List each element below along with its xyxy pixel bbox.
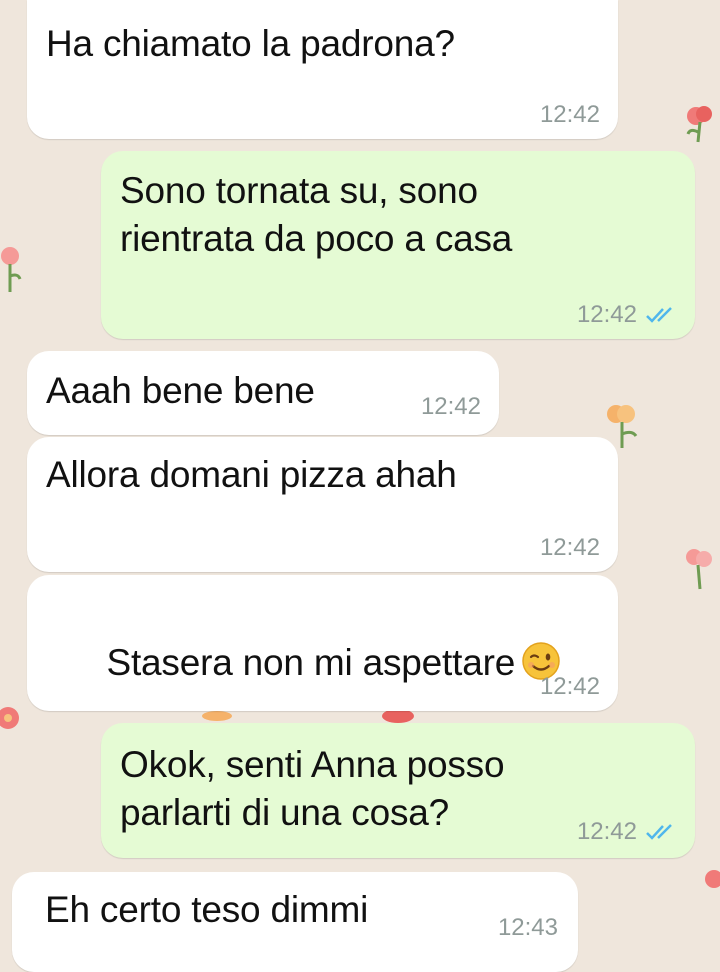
- wallpaper-flower: [1, 247, 22, 292]
- message-meta: 12:42: [577, 818, 677, 846]
- outgoing-message[interactable]: Sono tornata su, sono rientrata da poco …: [101, 151, 695, 339]
- message-time: 12:42: [576, 301, 637, 328]
- message-text: Aaah bene bene: [46, 370, 315, 411]
- message-time: 12:42: [420, 393, 481, 420]
- message-text: Eh certo teso dimmi: [45, 889, 369, 930]
- outgoing-message[interactable]: Okok, senti Anna posso parlarti di una c…: [101, 723, 695, 858]
- message-time: 12:42: [576, 818, 637, 845]
- message-meta: 12:42: [540, 534, 600, 562]
- message-text: Allora domani pizza ahah: [46, 454, 457, 495]
- incoming-message[interactable]: Aaah bene bene 12:42: [27, 351, 499, 435]
- message-text: Sono tornata su, sono rientrata da poco …: [120, 170, 513, 259]
- wallpaper-flower: [686, 549, 712, 590]
- message-time: 12:42: [539, 534, 600, 561]
- message-text: Okok, senti Anna posso parlarti di una c…: [120, 744, 505, 833]
- message-text-content: Stasera non mi aspettare: [106, 642, 516, 683]
- wallpaper-flower: [705, 870, 720, 888]
- incoming-message[interactable]: Allora domani pizza ahah 12:42: [27, 437, 618, 572]
- wallpaper-flower: [0, 707, 19, 729]
- incoming-message[interactable]: Stasera non mi aspettare 12:42: [27, 575, 618, 711]
- message-time: 12:42: [539, 673, 600, 700]
- message-time: 12:42: [539, 101, 600, 128]
- wallpaper-flower: [686, 106, 712, 143]
- message-text: Stasera non mi aspettare: [46, 591, 561, 735]
- message-meta: 12:42: [540, 673, 600, 701]
- double-check-icon: [646, 824, 672, 840]
- double-check-icon: [646, 307, 672, 323]
- incoming-message[interactable]: Ha chiamato la padrona? 12:42: [27, 0, 618, 139]
- chat-area[interactable]: Ha chiamato la padrona? 12:42 Sono torna…: [0, 0, 720, 972]
- message-text: Ha chiamato la padrona?: [46, 23, 455, 64]
- message-meta: 12:42: [421, 393, 481, 421]
- message-meta: 12:43: [498, 914, 558, 942]
- message-meta: 12:42: [540, 101, 600, 129]
- message-meta: 12:42: [577, 301, 677, 329]
- message-time: 12:43: [497, 914, 558, 941]
- incoming-message[interactable]: Eh certo teso dimmi 12:43: [12, 872, 578, 972]
